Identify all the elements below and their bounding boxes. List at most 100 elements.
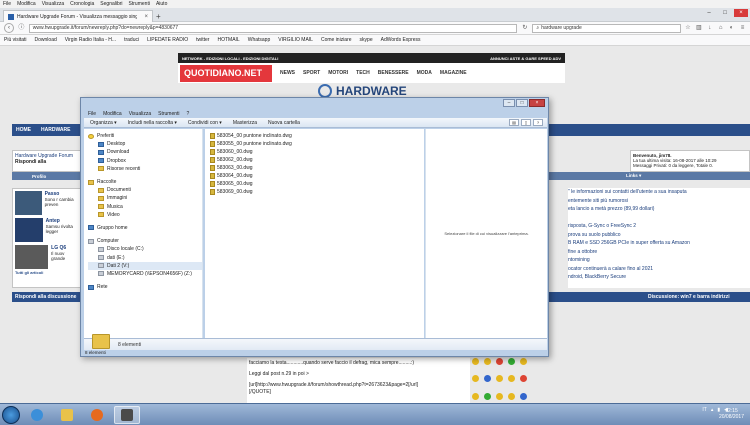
smiley-icon[interactable] [472,358,479,365]
news-item[interactable]: Passo Sono r cambia preven [13,189,81,216]
nav-network[interactable]: Rete [88,283,202,291]
qn-nav-item[interactable]: BENESSERE [378,70,409,76]
bookmark-item[interactable]: LIPEDATE RADIO [147,37,188,43]
headline-item[interactable]: ndroid, BlackBerry Secure [568,273,750,282]
menu-help[interactable]: Aiuto [156,1,167,7]
headline-item[interactable]: eta lancio a metà prezzo (89,99 dollari) [568,205,750,214]
banner-right-text[interactable]: ANNUNCI ASTE & GARE SPEED ADV [490,56,561,61]
banner-left-text[interactable]: NETWORK - EDIZIONI LOCALI - EDIZIONI DIG… [182,56,278,61]
file-item[interactable]: 583063_00.dwg [210,164,424,172]
file-item[interactable]: 583054_00 puntone inclinato.dwg [210,132,424,140]
include-in-library-button[interactable]: Includi nella raccolta ▾ [128,120,177,126]
nav-music[interactable]: Musica [88,203,202,211]
home-icon[interactable]: ⌂ [717,25,724,32]
all-news-link[interactable]: Tutti gli articoli [13,270,81,275]
smiley-icon[interactable] [520,358,527,365]
bookmark-item[interactable]: Download [35,37,57,43]
qn-nav-item[interactable]: MODA [417,70,432,76]
nav-drive-z[interactable]: MEMORYCARD (\\EPSON4656F) (Z:) [88,270,202,278]
nav-desktop[interactable]: Desktop [88,140,202,148]
minimize-icon[interactable]: – [702,9,716,17]
preview-pane-icon[interactable]: ▯ [521,119,531,126]
maximize-icon[interactable]: □ [516,99,528,107]
clock[interactable]: 12:15 20/08/2017 [719,408,744,420]
hardware-upgrade-logo[interactable]: HARDWARE [318,84,407,98]
pocket-icon[interactable]: ◐ [728,25,735,32]
nav-computer[interactable]: Computer [88,237,202,245]
explorer-menu-tools[interactable]: Strumenti [158,111,179,117]
organize-button[interactable]: Organizza ▾ [90,120,117,126]
qn-nav-item[interactable]: MOTORI [328,70,348,76]
minimize-icon[interactable]: – [503,99,515,107]
explorer-menu-file[interactable]: File [88,111,96,117]
start-button[interactable] [2,405,20,424]
nav-drive-c[interactable]: Disco locale (C:) [88,245,202,253]
file-item[interactable]: 583060_00.dwg [210,148,424,156]
library-icon[interactable]: ▥ [695,25,702,32]
close-icon[interactable]: × [529,99,545,107]
smiley-icon[interactable] [520,392,527,400]
forum-nav-hardware[interactable]: HARDWARE [41,127,70,133]
nav-drive-v[interactable]: Dati 2 (V:) [88,261,202,270]
headline-item[interactable]: prova su suolo pubblico [568,231,750,240]
explorer-menu-help[interactable]: ? [187,111,190,117]
headline-item[interactable]: ocator continuerà a calare fino al 2021 [568,265,750,274]
news-item[interactable]: LG Q6 Il nuov grande [13,243,81,270]
qn-logo[interactable]: QUOTIDIANO.NET [180,64,272,82]
menu-bookmarks[interactable]: Segnalibri [100,1,122,7]
headline-item[interactable] [568,214,750,223]
nav-libraries[interactable]: Raccolte [88,178,202,186]
explorer-menu-view[interactable]: Visualizza [129,111,151,117]
smiley-icon[interactable] [484,358,491,365]
menu-file[interactable]: File [3,1,11,7]
qn-nav-item[interactable]: TECH [356,70,370,76]
file-item[interactable]: 583062_00.dwg [210,156,424,164]
taskbar-explorer[interactable] [54,406,80,424]
smiley-icon[interactable] [484,375,491,383]
maximize-icon[interactable]: □ [718,9,732,17]
qn-nav-item[interactable]: SPORT [303,70,320,76]
headline-item[interactable]: fine a ottobre [568,248,750,257]
menu-history[interactable]: Cronologia [70,1,94,7]
nav-dropbox[interactable]: Dropbox [88,157,202,165]
bookmark-item[interactable]: VIRGILIO MAIL [278,37,313,43]
file-item[interactable]: 583055_00 puntone inclinato.dwg [210,140,424,148]
links-menu[interactable]: Links ▾ [626,173,641,179]
language-indicator[interactable]: IT [702,407,706,413]
new-folder-button[interactable]: Nuova cartella [268,120,300,126]
smiley-icon[interactable] [484,392,491,400]
qn-nav-item[interactable]: NEWS [280,70,295,76]
smiley-icon[interactable] [508,392,515,400]
menu-view[interactable]: Visualizza [42,1,64,7]
bookmark-item[interactable]: Più visitati [4,37,27,43]
share-with-button[interactable]: Condividi con ▾ [188,120,222,126]
nav-video[interactable]: Video [88,211,202,219]
smiley-icon[interactable] [508,358,515,365]
bookmark-item[interactable]: skype [360,37,373,43]
nav-download[interactable]: Download [88,148,202,156]
menu-icon[interactable]: ≡ [739,25,746,32]
new-tab-icon[interactable]: + [156,12,161,21]
smiley-icon[interactable] [496,375,503,383]
menu-edit[interactable]: Modifica [17,1,36,7]
explorer-titlebar[interactable]: – □ × [81,98,548,110]
browser-tab[interactable]: Hardware Upgrade Forum - Visualizza mess… [3,10,153,22]
info-icon[interactable]: ⓘ [18,25,25,32]
nav-drive-e[interactable]: dati (E:) [88,253,202,261]
show-hidden-icons-icon[interactable]: ▴ [711,407,714,413]
taskbar-ie[interactable] [24,406,50,424]
headline-item[interactable]: risposta, G-Sync o FreeSync 2 [568,222,750,231]
bookmark-item[interactable]: HOTMAIL [217,37,239,43]
taskbar-firefox[interactable] [84,406,110,424]
private-messages[interactable]: Messaggi Privati: 0 da leggere, Totale 0… [633,163,747,168]
file-item[interactable]: 583064_00.dwg [210,172,424,180]
close-window-icon[interactable]: × [734,9,748,17]
bookmark-item[interactable]: AdWords Express [381,37,421,43]
forum-nav-home[interactable]: HOME [16,127,31,133]
bookmark-item[interactable]: Come iniziare [321,37,352,43]
burn-button[interactable]: Masterizza [233,120,257,126]
bookmark-item[interactable]: twitter [196,37,209,43]
bookmark-item[interactable]: traduci [124,37,139,43]
search-bar[interactable]: ⌕ hardware upgrade [532,23,681,33]
smiley-icon[interactable] [520,375,527,383]
